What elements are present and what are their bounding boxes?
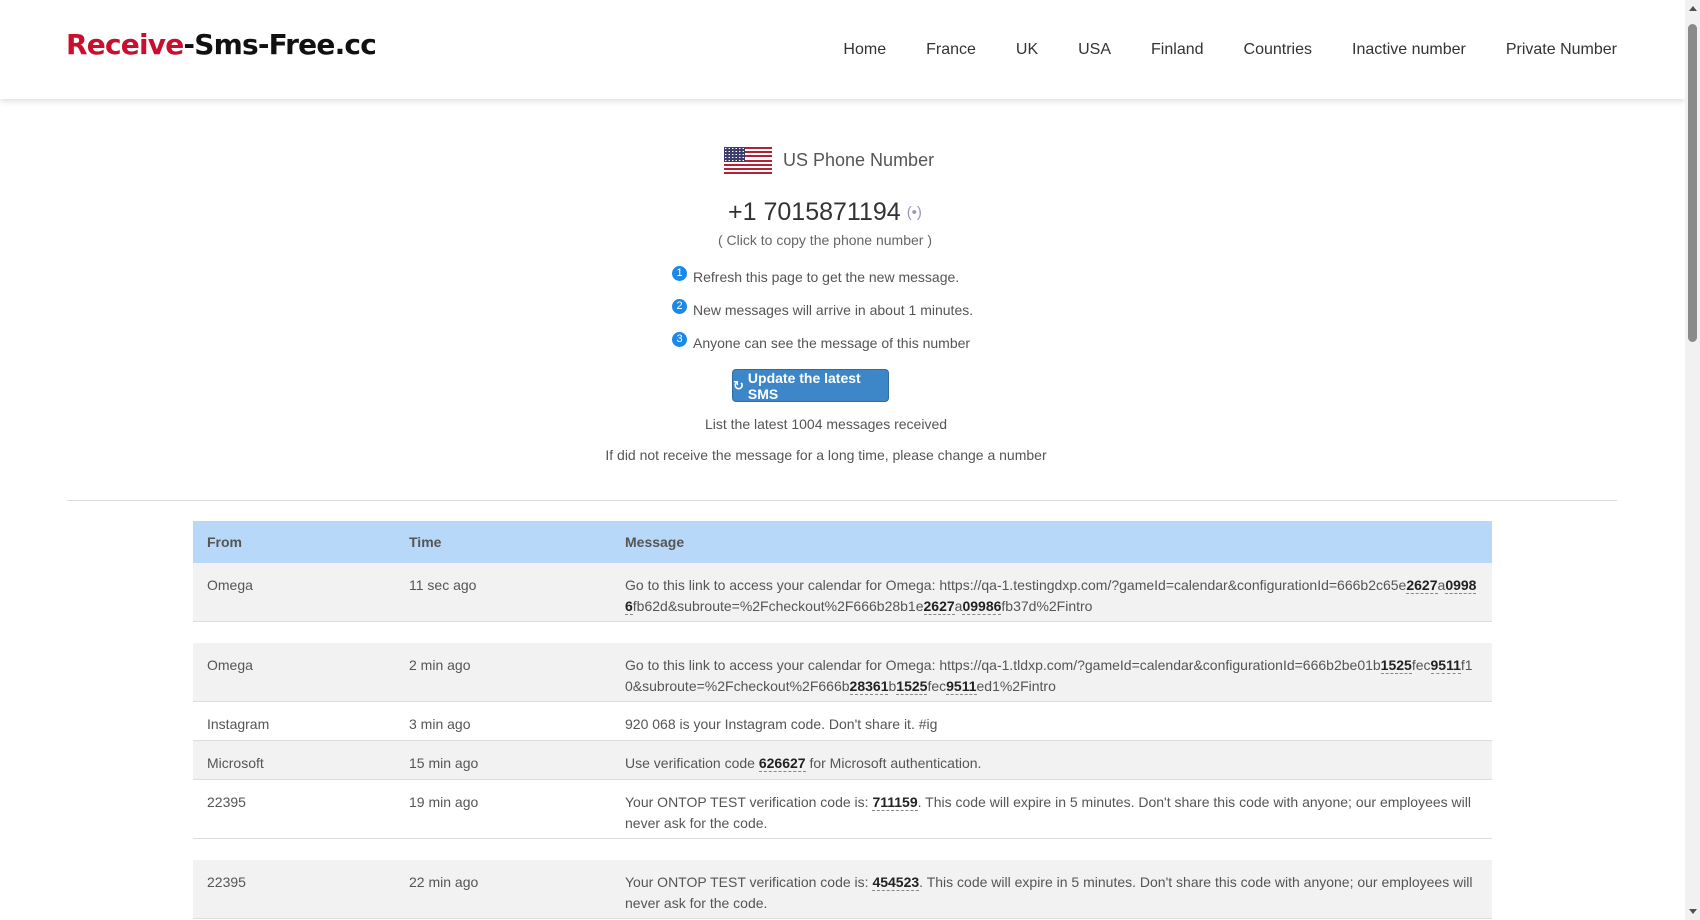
message-text: Go to this link to access your calendar … [625, 577, 1407, 593]
tip-number-icon: 1 [672, 266, 687, 281]
row-spacer [193, 839, 1492, 860]
verification-code[interactable]: 711159 [872, 794, 918, 811]
header-time: Time [409, 534, 442, 550]
country-title: US Phone Number [783, 150, 935, 170]
header-from: From [207, 534, 242, 550]
row-time: 3 min ago [409, 716, 471, 732]
table-header: From Time Message [193, 521, 1492, 563]
row-spacer [193, 622, 1492, 643]
table-row: Omega 2 min ago Go to this link to access … [193, 643, 1492, 702]
refresh-icon: ↻ [733, 377, 744, 393]
verification-code[interactable]: 28361 [849, 678, 889, 695]
tips-list: 1 Refresh this page to get the new messag… [672, 266, 973, 368]
scrollbar[interactable] [1685, 0, 1700, 920]
message-text: 920 068 is your Instagram code. Don't sh… [625, 716, 938, 732]
row-from: Omega [207, 577, 253, 593]
verification-code[interactable]: 9511 [946, 678, 977, 695]
message-count-note: List the latest 1004 messages received [704, 416, 948, 432]
tip-item: 2 New messages will arrive in about 1 min… [672, 299, 973, 335]
message-text: Use verification code [625, 755, 759, 771]
copy-hint: ( Click to copy the phone number ) [718, 232, 932, 248]
nav-france[interactable]: France [926, 41, 976, 59]
verification-code[interactable]: 9511 [1430, 657, 1461, 674]
message-text: Go to this link to access your calendar … [625, 657, 1381, 673]
row-message: 920 068 is your Instagram code. Don't sh… [625, 714, 1492, 735]
update-latest-sms-button[interactable]: ↻ Update the latest SMS [732, 369, 889, 402]
message-text: ed1%2Fintro [976, 678, 1056, 694]
row-from: 22395 [207, 874, 246, 890]
row-from: 22395 [207, 794, 246, 810]
scrollbar-thumb[interactable] [1688, 24, 1697, 342]
table-row: 22395 22 min ago Your ONTOP TEST verificat… [193, 860, 1492, 919]
message-text: fb62d&subroute=%2Fcheckout%2F666b28b1e [632, 598, 924, 614]
table-row: Instagram 3 min ago 920 068 is your Instag… [193, 702, 1492, 741]
message-text: for Microsoft authentication. [805, 755, 982, 771]
header-message: Message [625, 534, 685, 550]
row-message: Your ONTOP TEST verification code is: 45… [625, 872, 1492, 914]
message-text: fec [927, 678, 947, 694]
site-logo[interactable]: Receive-Sms-Free.cc [66, 28, 377, 61]
tip-number-icon: 2 [672, 299, 687, 314]
nav-countries[interactable]: Countries [1244, 41, 1312, 59]
row-time: 19 min ago [409, 794, 479, 810]
verification-code[interactable]: 2627 [1406, 577, 1438, 594]
divider [67, 500, 1617, 501]
row-time: 2 min ago [409, 657, 471, 673]
verification-code[interactable]: 626627 [758, 755, 806, 772]
table-row: Omega 11 sec ago Go to this link to access… [193, 563, 1492, 622]
us-flag-icon [724, 147, 772, 174]
nav-home[interactable]: Home [843, 41, 886, 59]
message-text: Your ONTOP TEST verification code is: [625, 794, 873, 810]
row-time: 11 sec ago [409, 577, 477, 593]
verification-code[interactable]: 454523 [872, 874, 920, 891]
verification-code[interactable]: 1525 [896, 678, 928, 695]
scroll-down-arrow-icon[interactable] [1689, 909, 1697, 914]
signal-icon: (•) [906, 204, 922, 221]
table-row: 22395 19 min ago Your ONTOP TEST verificat… [193, 780, 1492, 839]
row-time: 22 min ago [409, 874, 479, 890]
message-text: Your ONTOP TEST verification code is: [625, 874, 873, 890]
verification-code[interactable]: 1525 [1380, 657, 1412, 674]
row-from: Microsoft [207, 755, 264, 771]
messages-table: From Time Message Omega 11 sec ago Go to t… [193, 521, 1492, 919]
row-message: Use verification code 626627 for Microso… [625, 753, 1492, 774]
row-from: Omega [207, 657, 253, 673]
tip-item: 3 Anyone can see the message of this numb… [672, 332, 973, 368]
table-body: Omega 11 sec ago Go to this link to access… [193, 563, 1492, 919]
nav-private-number[interactable]: Private Number [1506, 41, 1617, 59]
row-time: 15 min ago [409, 755, 479, 771]
verification-code[interactable]: 2627 [923, 598, 955, 615]
row-message: Go to this link to access your calendar … [625, 575, 1492, 617]
row-message: Your ONTOP TEST verification code is: 71… [625, 792, 1492, 834]
verification-code[interactable]: 09986 [962, 598, 1002, 615]
change-number-note: If did not receive the message for a lon… [605, 447, 1047, 463]
scroll-up-arrow-icon[interactable] [1689, 6, 1697, 11]
nav-inactive-number[interactable]: Inactive number [1352, 41, 1466, 59]
nav-finland[interactable]: Finland [1151, 41, 1203, 59]
message-text: fec [1411, 657, 1431, 673]
message-text: fb37d%2Fintro [1001, 598, 1093, 614]
nav-usa[interactable]: USA [1078, 41, 1111, 59]
row-message: Go to this link to access your calendar … [625, 655, 1492, 697]
tip-item: 1 Refresh this page to get the new messag… [672, 266, 973, 302]
country-heading: US Phone Number [724, 147, 934, 174]
tip-number-icon: 3 [672, 332, 687, 347]
main-nav: Home France UK USA Finland Countries Ina… [843, 41, 1617, 59]
nav-uk[interactable]: UK [1016, 41, 1038, 59]
row-from: Instagram [207, 716, 270, 732]
phone-number[interactable]: +1 7015871194 (•) [0, 198, 1650, 227]
site-header: Receive-Sms-Free.cc Home France UK USA F… [0, 0, 1685, 99]
table-row: Microsoft 15 min ago Use verification code… [193, 741, 1492, 780]
